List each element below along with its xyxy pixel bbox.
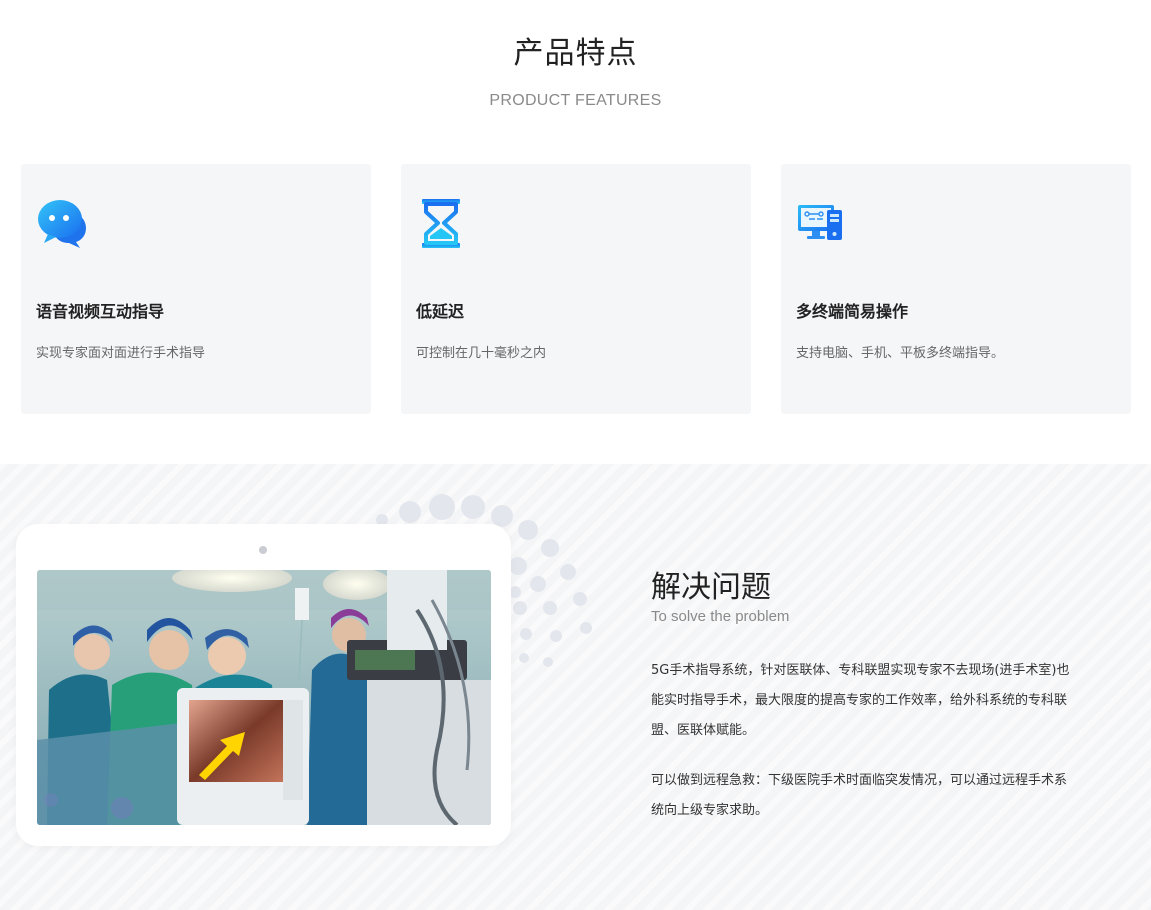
feature-title: 语音视频互动指导 (36, 302, 165, 321)
surgery-photo (37, 570, 491, 825)
feature-title: 多终端简易操作 (796, 302, 909, 321)
feature-title: 低延迟 (416, 302, 465, 321)
feature-desc: 可控制在几十毫秒之内 (416, 346, 547, 361)
feature-card-low-latency: 低延迟 可控制在几十毫秒之内 (401, 164, 751, 414)
solution-paragraph: 可以做到远程急救：下级医院手术时面临突发情况，可以通过远程手术系统向上级专家求助… (651, 773, 1068, 818)
section-title: 产品特点 (513, 36, 638, 71)
feature-desc: 支持电脑、手机、平板多终端指导。 (796, 346, 1005, 361)
chat-bubble-icon (38, 200, 86, 248)
feature-card-voice-video: 语音视频互动指导 实现专家面对面进行手术指导 (21, 164, 371, 414)
section-subtitle: PRODUCT FEATURES (489, 92, 662, 109)
solution-paragraph: 5G手术指导系统，针对医联体、专科联盟实现专家不去现场(进手术室)也能实时指导手… (651, 663, 1070, 738)
feature-card-multi-terminal: 多终端简易操作 支持电脑、手机、平板多终端指导。 (781, 164, 1131, 414)
solution-title: 解决问题 (651, 570, 771, 605)
feature-desc: 实现专家面对面进行手术指导 (36, 346, 206, 361)
solution-subtitle: To solve the problem (651, 608, 790, 625)
tablet-camera (259, 546, 267, 554)
hourglass-icon (422, 199, 460, 248)
multi-device-icon (798, 205, 842, 240)
